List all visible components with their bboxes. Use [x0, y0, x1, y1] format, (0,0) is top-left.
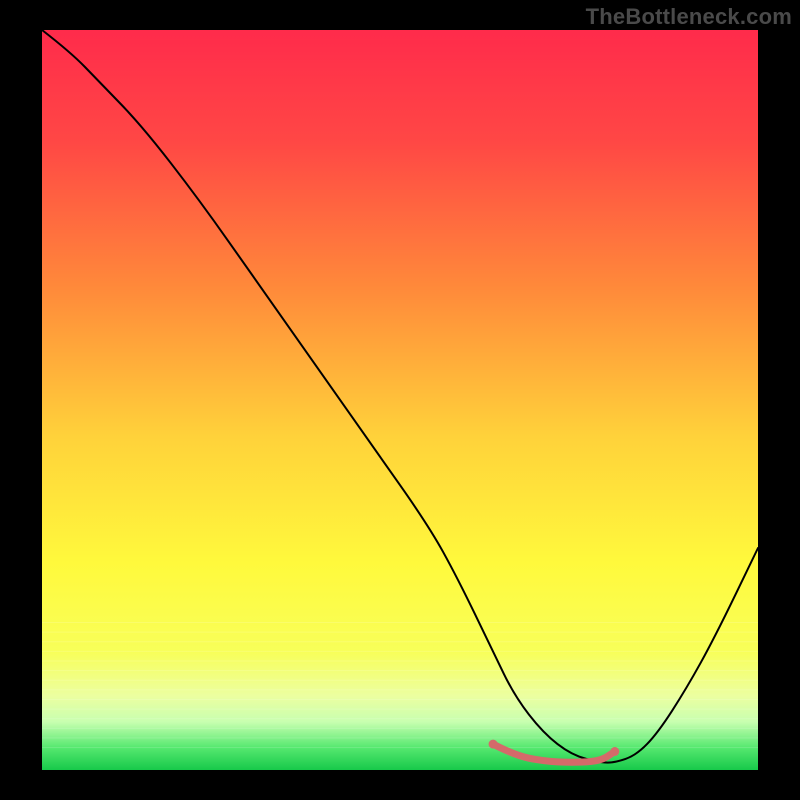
gradient-striation: [42, 622, 758, 623]
bottleneck-chart: [0, 0, 800, 800]
gradient-striation: [42, 737, 758, 738]
gradient-striation: [42, 747, 758, 748]
gradient-striation: [42, 689, 758, 690]
gradient-striation: [42, 651, 758, 652]
gradient-striation: [42, 641, 758, 642]
gradient-striation: [42, 670, 758, 671]
highlight-endpoint: [610, 747, 619, 756]
gradient-striation: [42, 632, 758, 633]
gradient-striation: [42, 660, 758, 661]
highlight-endpoint: [489, 740, 498, 749]
gradient-striation: [42, 699, 758, 700]
plot-background: [42, 30, 758, 770]
gradient-striation: [42, 728, 758, 729]
chart-frame: TheBottleneck.com: [0, 0, 800, 800]
gradient-striation: [42, 709, 758, 710]
gradient-striation: [42, 680, 758, 681]
watermark-text: TheBottleneck.com: [586, 4, 792, 30]
gradient-striation: [42, 718, 758, 719]
